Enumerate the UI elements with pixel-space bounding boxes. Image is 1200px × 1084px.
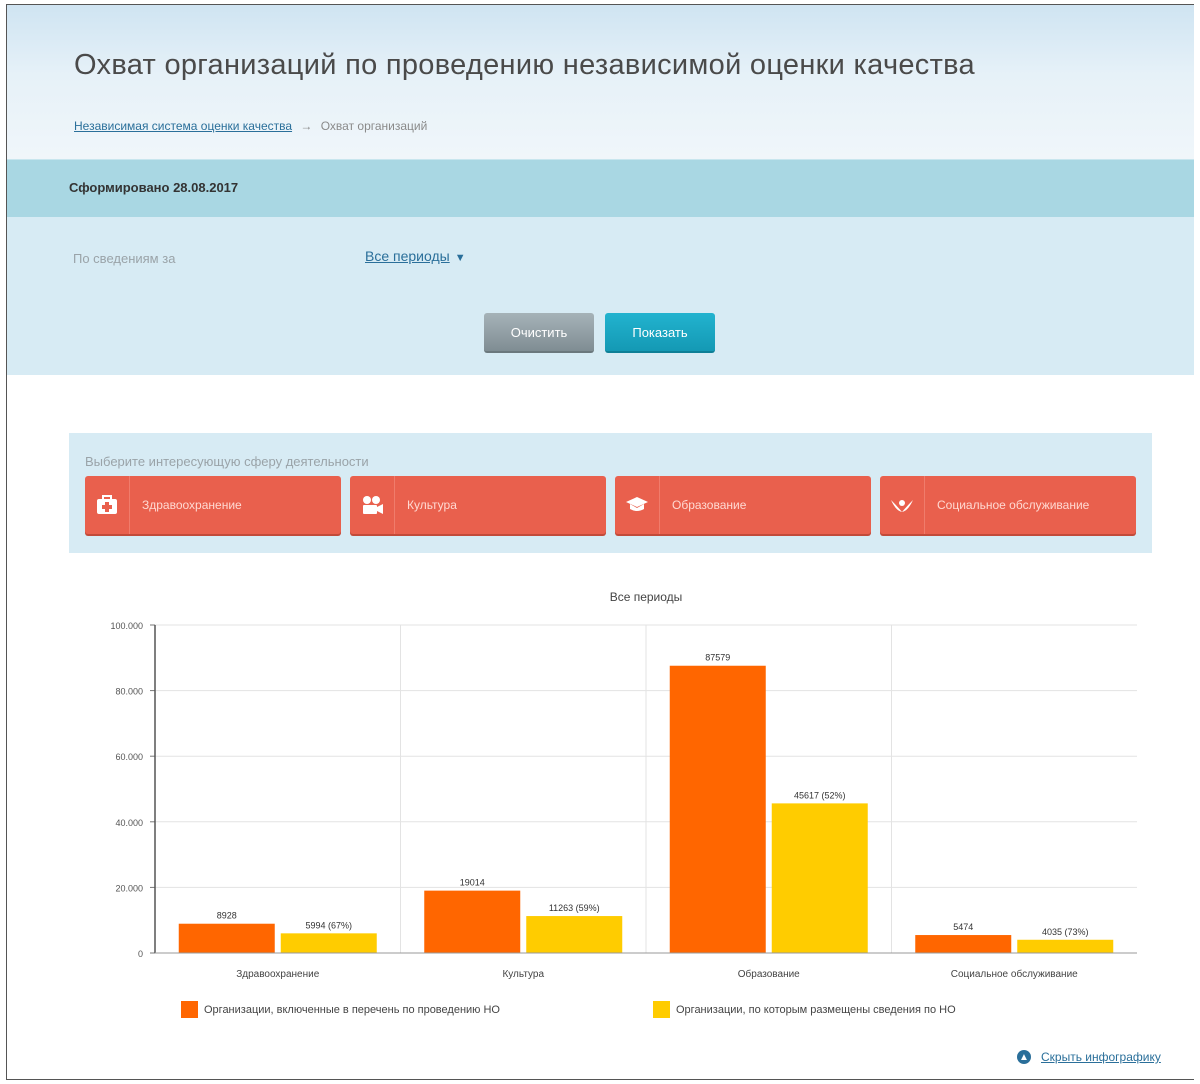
y-tick-label: 100.000 [110, 621, 143, 631]
y-tick-label: 0 [138, 949, 143, 959]
hands-heart-icon [880, 476, 925, 534]
y-tick-label: 60.000 [115, 752, 143, 762]
page-header: Охват организаций по проведению независи… [7, 5, 1194, 159]
hide-infographic-label: Скрыть инфографику [1041, 1050, 1161, 1064]
breadcrumb: Независимая система оценки качества → Ох… [74, 119, 427, 133]
bar-published [1017, 939, 1114, 953]
chevron-up-icon: ▲ [1017, 1050, 1031, 1064]
period-dropdown[interactable]: Все периоды ▼ [365, 248, 466, 264]
legend-swatch-published [653, 1001, 670, 1018]
sphere-tile-healthcare[interactable]: Здравоохранение [85, 476, 341, 534]
show-button[interactable]: Показать [605, 313, 715, 353]
y-tick-label: 20.000 [115, 883, 143, 893]
legend-item-included[interactable]: Организации, включенные в перечень по пр… [181, 1001, 500, 1018]
hide-infographic-link[interactable]: ▲ Скрыть инфографику [1017, 1050, 1161, 1064]
sphere-tile-culture[interactable]: Культура [350, 476, 606, 534]
x-tick-label: Образование [738, 968, 800, 980]
sphere-tile-social[interactable]: Социальное обслуживание [880, 476, 1136, 534]
bar-data-label: 87579 [705, 653, 730, 663]
clear-button[interactable]: Очистить [484, 313, 594, 353]
sphere-label-education: Образование [672, 498, 747, 512]
generated-status-bar: Сформировано 28.08.2017 [7, 159, 1194, 218]
sphere-label-healthcare: Здравоохранение [142, 498, 242, 512]
bar-data-label: 11263 (59%) [549, 903, 600, 913]
sphere-label-culture: Культура [407, 498, 457, 512]
bar-data-label: 5474 [953, 922, 973, 932]
bar-data-label: 19014 [460, 878, 485, 888]
bar-included [669, 665, 766, 953]
film-camera-icon [350, 476, 395, 534]
bar-data-label: 5994 (67%) [305, 920, 352, 930]
legend-label-included: Организации, включенные в перечень по пр… [204, 1003, 500, 1016]
page-title: Охват организаций по проведению независи… [74, 49, 975, 81]
sphere-tile-education[interactable]: Образование [615, 476, 871, 534]
y-tick-label: 80.000 [115, 687, 143, 697]
sphere-selector-title: Выберите интересующую сферу деятельности [85, 454, 369, 469]
breadcrumb-separator: → [300, 119, 313, 133]
bar-published [280, 933, 377, 953]
bar-data-label: 4035 (73%) [1042, 927, 1089, 937]
x-tick-label: Культура [502, 969, 544, 980]
bar-included [178, 923, 275, 953]
page-frame: Охват организаций по проведению независи… [6, 4, 1194, 1080]
chart-title: Все периоды [610, 590, 683, 604]
breadcrumb-current: Охват организаций [320, 119, 428, 133]
filter-panel: По сведениям за Все периоды ▼ Очистить По… [7, 217, 1194, 375]
period-filter-label: По сведениям за [73, 251, 176, 266]
legend-swatch-included [181, 1001, 198, 1018]
legend-label-published: Организации, по которым размещены сведен… [676, 1003, 956, 1016]
caret-down-icon: ▼ [454, 252, 466, 264]
graduation-cap-icon [615, 476, 660, 534]
period-dropdown-value: Все периоды [365, 248, 450, 264]
coverage-chart-svg: Все периоды 0 20.000 40.000 60.000 80.000 100.… [110, 590, 1137, 980]
bar-published [526, 916, 623, 953]
x-tick-label: Здравоохранение [236, 969, 320, 980]
bar-data-label: 45617 (52%) [794, 790, 846, 800]
x-tick-label: Социальное обслуживание [951, 968, 1078, 980]
sphere-selector: Выберите интересующую сферу деятельности… [69, 433, 1152, 553]
generated-date-text: Сформировано 28.08.2017 [69, 180, 239, 195]
bar-included [915, 935, 1012, 953]
legend-item-published[interactable]: Организации, по которым размещены сведен… [653, 1001, 956, 1018]
bar-included [424, 890, 521, 953]
breadcrumb-link-nsok[interactable]: Независимая система оценки качества [74, 119, 292, 133]
medical-kit-icon [85, 476, 130, 534]
sphere-label-social: Социальное обслуживание [937, 498, 1090, 512]
coverage-chart: Все периоды 0 20.000 40.000 60.000 80.000 100.… [67, 577, 1177, 1037]
y-tick-label: 40.000 [115, 818, 143, 828]
bar-data-label: 8928 [217, 911, 237, 921]
bar-published [771, 803, 868, 953]
